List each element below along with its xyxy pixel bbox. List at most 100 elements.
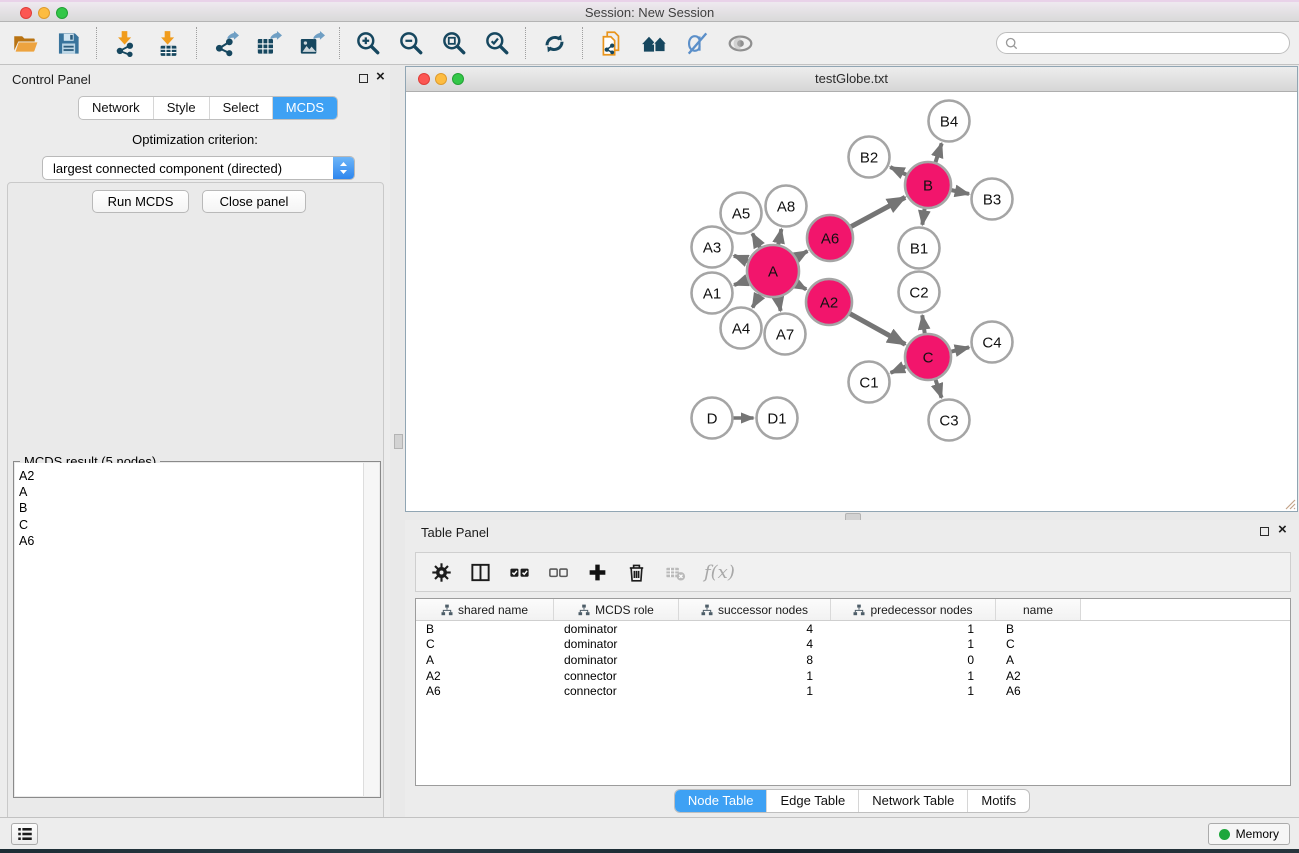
deselect-all-rows-icon[interactable]	[546, 560, 570, 584]
mcds-result-list[interactable]: A2ABCA6	[15, 463, 364, 796]
refresh-layout-icon[interactable]	[533, 25, 576, 61]
tab-network[interactable]: Network	[79, 97, 153, 119]
node-A3[interactable]: A3	[692, 227, 733, 268]
edge-B-B4[interactable]	[935, 143, 941, 162]
cell-shared-name[interactable]: A2	[416, 669, 554, 683]
column-header-predecessor-nodes[interactable]: predecessor nodes	[831, 599, 996, 620]
export-table-icon[interactable]	[247, 25, 290, 61]
node-B3[interactable]: B3	[972, 179, 1013, 220]
zoom-fit-icon[interactable]	[433, 25, 476, 61]
node-A7[interactable]: A7	[765, 314, 806, 355]
cell-MCDS-role[interactable]: dominator	[554, 637, 679, 651]
column-header-MCDS-role[interactable]: MCDS role	[554, 599, 679, 620]
cell-MCDS-role[interactable]: connector	[554, 684, 679, 698]
import-table-icon[interactable]	[147, 25, 190, 61]
cell-predecessor-nodes[interactable]: 1	[831, 684, 996, 698]
cell-predecessor-nodes[interactable]: 1	[831, 669, 996, 683]
attribute-list-button[interactable]	[11, 823, 38, 845]
tab-edge-table[interactable]: Edge Table	[766, 790, 858, 812]
result-scrollbar[interactable]	[363, 463, 379, 796]
edge-A-A6[interactable]	[796, 251, 807, 257]
node-B[interactable]: B	[905, 162, 951, 208]
table-row[interactable]: Cdominator41C	[416, 637, 1290, 653]
table-row[interactable]: A2connector11A2	[416, 668, 1290, 684]
node-A8[interactable]: A8	[766, 186, 807, 227]
edge-A-A3[interactable]	[734, 256, 748, 262]
column-header-name[interactable]: name	[996, 599, 1081, 620]
node-A2[interactable]: A2	[806, 279, 852, 325]
cell-name[interactable]: A	[996, 653, 1081, 667]
close-panel-button[interactable]: Close panel	[202, 190, 306, 213]
cell-predecessor-nodes[interactable]: 0	[831, 653, 996, 667]
cell-successor-nodes[interactable]: 4	[679, 637, 831, 651]
edge-C-C2[interactable]	[922, 315, 924, 333]
result-item[interactable]: A2	[19, 468, 364, 484]
edge-B-B2[interactable]	[890, 167, 906, 175]
tab-select[interactable]: Select	[209, 97, 272, 119]
edge-A-A7[interactable]	[778, 298, 781, 311]
show-graphics-icon[interactable]	[719, 25, 762, 61]
memory-button[interactable]: Memory	[1208, 823, 1290, 845]
result-item[interactable]: A	[19, 484, 364, 500]
column-header-successor-nodes[interactable]: successor nodes	[679, 599, 831, 620]
network-file-icon[interactable]	[590, 25, 633, 61]
cell-MCDS-role[interactable]: dominator	[554, 622, 679, 636]
table-row[interactable]: A6connector11A6	[416, 683, 1290, 699]
tab-mcds[interactable]: MCDS	[272, 97, 337, 119]
node-C4[interactable]: C4	[972, 322, 1013, 363]
cell-shared-name[interactable]: A	[416, 653, 554, 667]
network-canvas[interactable]: AA1A2A3A4A5A6A7A8BB1B2B3B4CC1C2C3C4DD1	[406, 91, 1297, 511]
zoom-selected-icon[interactable]	[476, 25, 519, 61]
cell-predecessor-nodes[interactable]: 1	[831, 622, 996, 636]
tab-node-table[interactable]: Node Table	[675, 790, 767, 812]
network-window-titlebar[interactable]: testGlobe.txt	[406, 67, 1297, 92]
cell-successor-nodes[interactable]: 1	[679, 669, 831, 683]
cell-name[interactable]: A2	[996, 669, 1081, 683]
node-A4[interactable]: A4	[721, 308, 762, 349]
cell-successor-nodes[interactable]: 8	[679, 653, 831, 667]
tab-network-table[interactable]: Network Table	[858, 790, 967, 812]
tab-style[interactable]: Style	[153, 97, 209, 119]
node-C3[interactable]: C3	[929, 400, 970, 441]
edge-A-A8[interactable]	[778, 229, 781, 244]
edge-C-C1[interactable]	[891, 366, 906, 372]
home-birds-eye-icon[interactable]	[633, 25, 676, 61]
cell-successor-nodes[interactable]: 1	[679, 684, 831, 698]
resize-grip-icon[interactable]	[1284, 498, 1296, 510]
table-float-icon[interactable]	[1260, 527, 1269, 536]
save-session-icon[interactable]	[47, 25, 90, 61]
table-close-icon[interactable]: ×	[1278, 525, 1287, 535]
result-item[interactable]: B	[19, 500, 364, 516]
table-row[interactable]: Adominator80A	[416, 652, 1290, 668]
cell-successor-nodes[interactable]: 4	[679, 622, 831, 636]
edge-B-B3[interactable]	[951, 190, 969, 194]
node-C[interactable]: C	[905, 334, 951, 380]
cell-MCDS-role[interactable]: dominator	[554, 653, 679, 667]
cell-shared-name[interactable]: C	[416, 637, 554, 651]
run-mcds-button[interactable]: Run MCDS	[92, 190, 189, 213]
result-item[interactable]: C	[19, 517, 364, 533]
edge-B-B1[interactable]	[922, 209, 924, 225]
export-image-icon[interactable]	[290, 25, 333, 61]
vertical-split-handle[interactable]	[394, 434, 403, 449]
cell-MCDS-role[interactable]: connector	[554, 669, 679, 683]
node-D[interactable]: D	[692, 398, 733, 439]
cell-shared-name[interactable]: A6	[416, 684, 554, 698]
close-panel-icon[interactable]: ×	[376, 72, 385, 82]
cell-name[interactable]: B	[996, 622, 1081, 636]
edge-A-A4[interactable]	[753, 295, 760, 308]
export-network-icon[interactable]	[204, 25, 247, 61]
node-C1[interactable]: C1	[849, 362, 890, 403]
search-input[interactable]	[1023, 34, 1282, 54]
toggle-labels-icon[interactable]	[676, 25, 719, 61]
import-network-icon[interactable]	[104, 25, 147, 61]
node-C2[interactable]: C2	[899, 272, 940, 313]
edge-A-A1[interactable]	[734, 280, 747, 285]
cell-shared-name[interactable]: B	[416, 622, 554, 636]
cell-predecessor-nodes[interactable]: 1	[831, 637, 996, 651]
criterion-dropdown[interactable]: largest connected component (directed)	[42, 156, 355, 180]
node-B4[interactable]: B4	[929, 101, 970, 142]
column-header-shared-name[interactable]: shared name	[416, 599, 554, 620]
edge-C-C4[interactable]	[951, 347, 969, 351]
node-B2[interactable]: B2	[849, 137, 890, 178]
